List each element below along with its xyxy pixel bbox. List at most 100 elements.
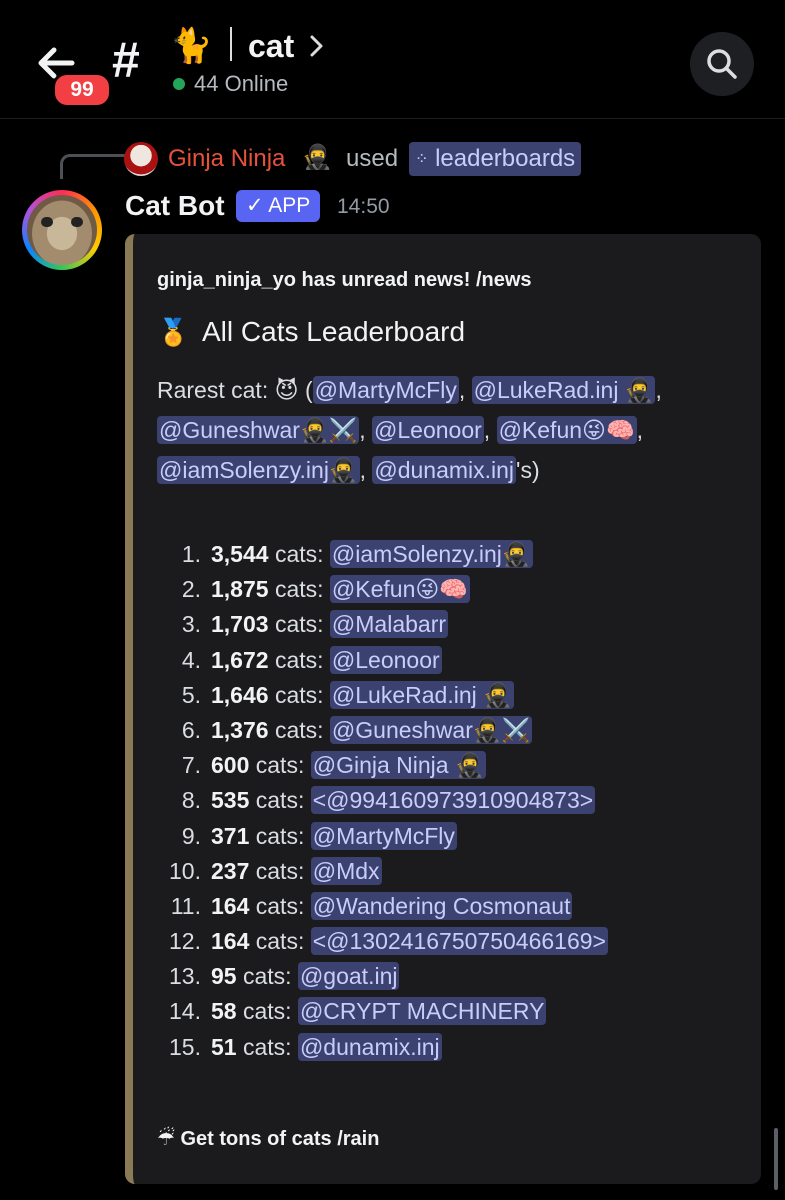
- cat-count: 51: [211, 1033, 237, 1060]
- count-unit: cats:: [255, 892, 305, 919]
- rank-number: 13.: [169, 963, 201, 990]
- rarest-cat-icon: 😈: [274, 377, 299, 403]
- avatar-eye-left: [41, 217, 53, 227]
- channel-separator: [230, 27, 232, 61]
- leaderboard-row: 15. 51 cats: @dunamix.inj: [157, 1030, 737, 1065]
- channel-emoji: 🐈: [170, 27, 213, 65]
- count-unit: cats:: [274, 716, 324, 743]
- user-mention[interactable]: @Leonoor: [329, 645, 442, 674]
- user-mention[interactable]: @dunamix.inj: [372, 456, 517, 484]
- rank-number: 4.: [181, 646, 201, 673]
- cat-count: 1,703: [211, 611, 269, 638]
- user-mention[interactable]: @MartyMcFly: [312, 376, 459, 404]
- app-badge: ✓ APP: [236, 190, 321, 222]
- reply-username[interactable]: Ginja Ninja: [168, 144, 285, 174]
- channel-name[interactable]: cat: [248, 24, 294, 68]
- rank-number: 11.: [170, 892, 201, 919]
- user-mention[interactable]: @CRYPT MACHINERY: [297, 997, 547, 1026]
- user-mention[interactable]: <@1302416750750466169>: [310, 927, 608, 956]
- cat-count: 535: [211, 787, 250, 814]
- user-mention[interactable]: @LukeRad.inj 🥷: [329, 680, 514, 709]
- message-author[interactable]: Cat Bot: [125, 186, 225, 226]
- rank-number: 2.: [181, 576, 201, 603]
- cat-count: 164: [211, 928, 250, 955]
- reply-action: used: [346, 145, 399, 172]
- chevron-right-icon[interactable]: [308, 34, 326, 58]
- leaderboard-row: 12. 164 cats: <@1302416750750466169>: [157, 924, 737, 959]
- search-button[interactable]: [690, 32, 754, 96]
- cat-count: 371: [211, 822, 250, 849]
- rank-number: 3.: [181, 611, 201, 638]
- user-mention[interactable]: @goat.inj: [297, 962, 400, 991]
- count-unit: cats:: [242, 963, 292, 990]
- user-mention[interactable]: @iamSolenzy.inj🥷: [157, 456, 360, 484]
- user-mention[interactable]: @Leonoor: [372, 416, 484, 444]
- user-mention[interactable]: @Guneshwar🥷⚔️: [157, 416, 360, 444]
- rank-number: 8.: [181, 787, 201, 814]
- cat-avatar-image: [27, 195, 97, 265]
- count-unit: cats:: [274, 611, 324, 638]
- rank-number: 7.: [181, 752, 201, 779]
- slash-command-chip[interactable]: ⁘ leaderboards: [409, 142, 582, 176]
- user-mention[interactable]: <@994160973910904873>: [310, 786, 596, 815]
- user-mention[interactable]: @iamSolenzy.inj🥷: [329, 540, 533, 568]
- online-status-icon: [173, 78, 185, 90]
- rank-number: 12.: [169, 928, 201, 955]
- cat-count: 1,672: [211, 646, 269, 673]
- leaderboard-row: 10. 237 cats: @Mdx: [157, 854, 737, 889]
- count-unit: cats:: [274, 576, 324, 603]
- leaderboard-row: 7. 600 cats: @Ginja Ninja 🥷: [157, 748, 737, 783]
- hash-icon: #: [112, 32, 140, 88]
- cat-count: 600: [211, 752, 250, 779]
- leaderboard-row: 6. 1,376 cats: @Guneshwar🥷⚔️: [157, 713, 737, 748]
- rank-number: 14.: [169, 998, 201, 1025]
- count-unit: cats:: [255, 787, 305, 814]
- leaderboard-row: 14. 58 cats: @CRYPT MACHINERY: [157, 994, 737, 1029]
- channel-header: 99 # 🐈 cat 44 Online: [0, 0, 785, 119]
- rank-number: 6.: [181, 716, 201, 743]
- rarest-label: Rarest cat:: [157, 377, 269, 403]
- user-mention[interactable]: @Ginja Ninja 🥷: [310, 751, 486, 780]
- rank-number: 1.: [181, 541, 201, 567]
- reply-user-emoji: 🥷: [302, 144, 332, 171]
- leaderboard-row: 2. 1,875 cats: @Kefun😜🧠: [157, 572, 737, 607]
- user-mention[interactable]: @dunamix.inj: [297, 1032, 442, 1061]
- reply-user-avatar[interactable]: [124, 142, 158, 176]
- count-unit: cats:: [274, 681, 324, 708]
- rank-number: 15.: [169, 1033, 201, 1060]
- leaderboard-row: 8. 535 cats: <@994160973910904873>: [157, 783, 737, 818]
- cat-count: 1,376: [211, 716, 269, 743]
- unread-badge: 99: [52, 72, 112, 108]
- count-unit: cats:: [242, 998, 292, 1025]
- user-mention[interactable]: @Guneshwar🥷⚔️: [329, 715, 533, 744]
- leaderboard-row: 5. 1,646 cats: @LukeRad.inj 🥷: [157, 678, 737, 713]
- user-mention[interactable]: @LukeRad.inj 🥷: [471, 376, 656, 404]
- user-mention[interactable]: @Kefun😜🧠: [329, 575, 470, 604]
- user-mention[interactable]: @Wandering Cosmonaut: [310, 891, 573, 920]
- cat-count: 164: [211, 892, 250, 919]
- rarest-suffix: 's): [516, 457, 540, 483]
- count-unit: cats:: [274, 541, 324, 567]
- count-unit: cats:: [255, 928, 305, 955]
- count-unit: cats:: [255, 857, 305, 884]
- user-mention[interactable]: @MartyMcFly: [310, 821, 457, 850]
- slash-command-icon: ⁘: [415, 151, 429, 168]
- user-mention[interactable]: @Kefun😜🧠: [496, 416, 637, 444]
- avatar[interactable]: [22, 190, 102, 270]
- user-mention[interactable]: @Malabarr: [329, 610, 449, 639]
- rain-footer: ☔ Get tons of cats /rain: [157, 1124, 379, 1154]
- umbrella-icon: ☔: [157, 1128, 175, 1150]
- count-unit: cats:: [255, 752, 305, 779]
- news-notice: ginja_ninja_yo has unread news! /news: [157, 269, 532, 291]
- cat-count: 1,875: [211, 576, 269, 603]
- scrollbar[interactable]: [774, 1128, 778, 1190]
- rain-footer-text: Get tons of cats /rain: [180, 1128, 380, 1150]
- cat-count: 95: [211, 963, 237, 990]
- leaderboard-row: 1. 3,544 cats: @iamSolenzy.inj🥷: [157, 537, 737, 572]
- embed-title: All Cats Leaderboard: [202, 316, 466, 347]
- slash-command-name: leaderboards: [435, 145, 576, 172]
- user-mention[interactable]: @Mdx: [310, 856, 382, 885]
- leaderboard-row: 9. 371 cats: @MartyMcFly: [157, 819, 737, 854]
- leaderboard-row: 11. 164 cats: @Wandering Cosmonaut: [157, 889, 737, 924]
- leaderboard-row: 4. 1,672 cats: @Leonoor: [157, 643, 737, 678]
